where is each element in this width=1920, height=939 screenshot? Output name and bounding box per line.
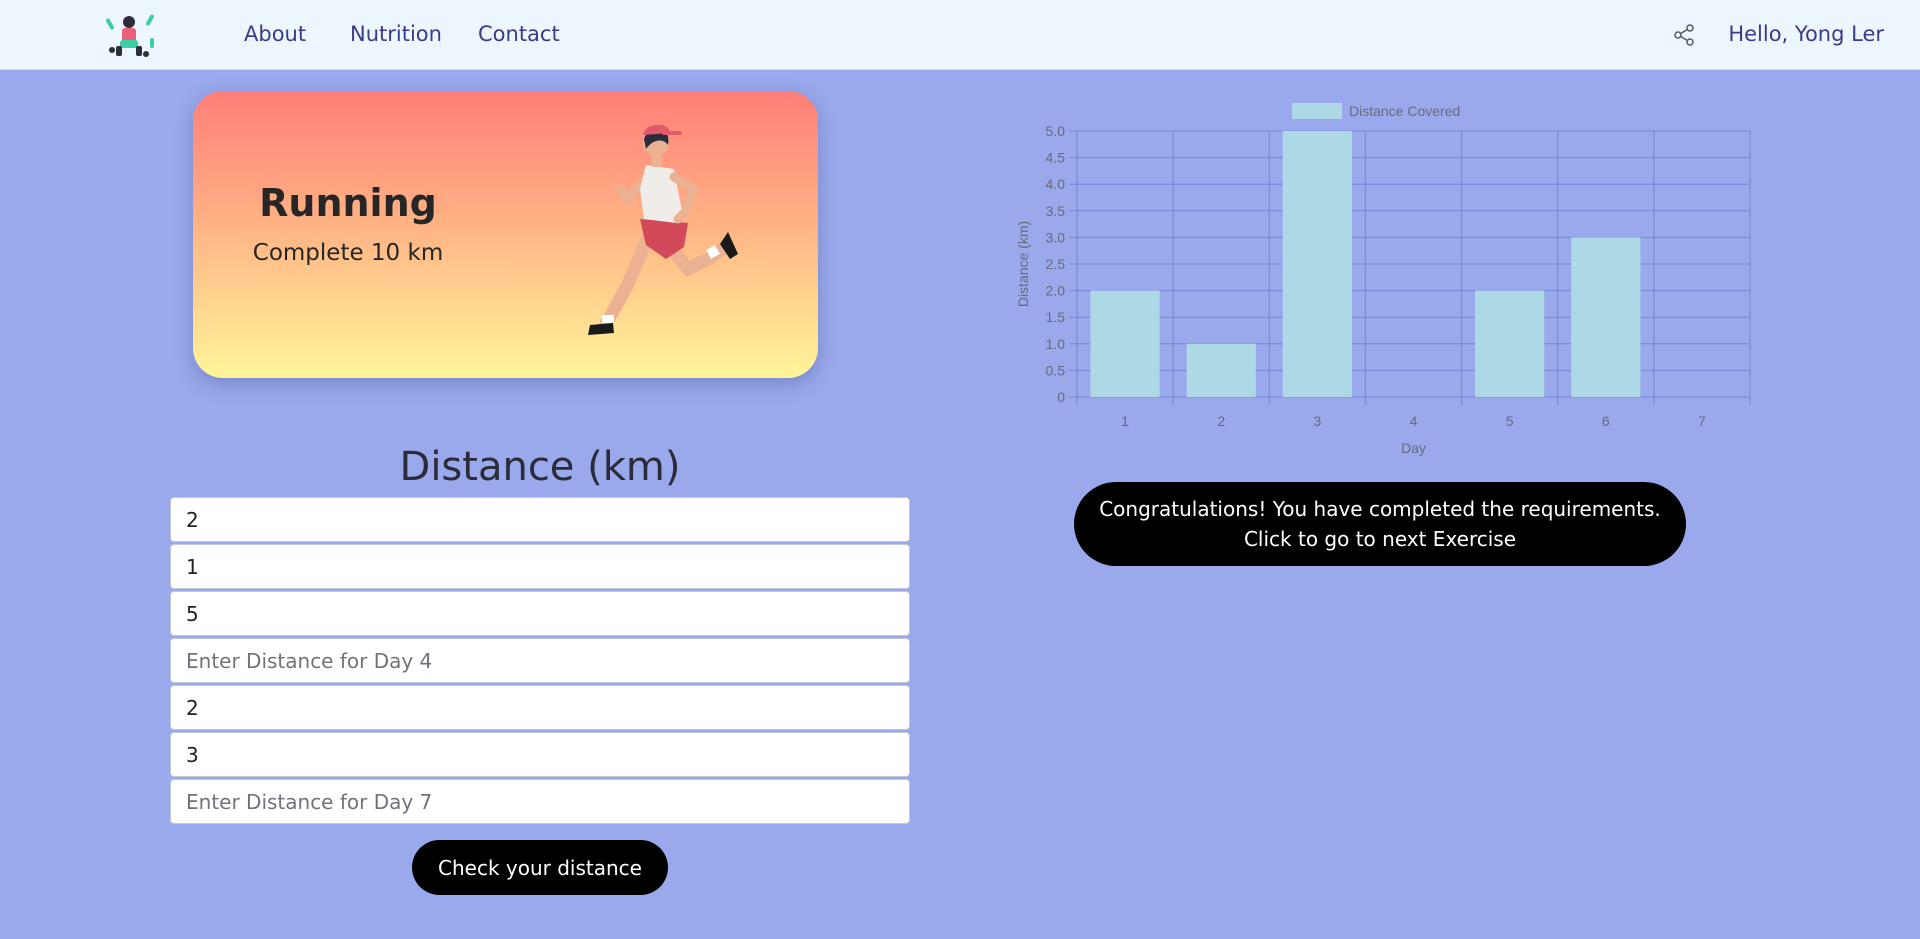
legend-label: Distance Covered	[1349, 103, 1460, 119]
y-tick-label: 1.0	[1046, 336, 1066, 352]
bar-day-6	[1571, 237, 1641, 397]
legend-swatch	[1292, 103, 1342, 119]
x-tick-label: 2	[1217, 413, 1225, 429]
y-tick-label: 1.5	[1046, 309, 1066, 325]
distance-heading: Distance (km)	[399, 444, 681, 490]
y-tick-label: 2.0	[1046, 283, 1066, 299]
y-tick-label: 0	[1057, 389, 1065, 405]
nav-nutrition[interactable]: Nutrition	[350, 22, 442, 46]
nav-about[interactable]: About	[244, 22, 306, 46]
distance-input-day-4[interactable]	[170, 638, 910, 683]
y-tick-label: 0.5	[1046, 362, 1066, 378]
navbar: About Nutrition Contact Hello, Yong Ler	[0, 0, 1920, 70]
y-tick-label: 4.5	[1046, 150, 1066, 166]
check-distance-button[interactable]: Check your distance	[412, 840, 668, 895]
x-tick-label: 5	[1506, 413, 1514, 429]
bar-day-1	[1090, 290, 1160, 397]
share-icon[interactable]	[1672, 23, 1696, 47]
distance-input-day-1[interactable]	[170, 497, 910, 542]
x-tick-label: 1	[1121, 413, 1129, 429]
distance-input-day-7[interactable]	[170, 779, 910, 824]
exercise-goal: Complete 10 km	[252, 240, 444, 266]
exercise-title: Running	[259, 181, 437, 225]
y-tick-label: 5.0	[1046, 123, 1066, 139]
exercise-card: Running Complete 10 km	[193, 91, 818, 378]
x-tick-label: 7	[1698, 413, 1706, 429]
nav-contact[interactable]: Contact	[478, 22, 560, 46]
distance-input-day-3[interactable]	[170, 591, 910, 636]
runner-illustration	[588, 124, 738, 335]
x-axis-title: Day	[1401, 440, 1426, 456]
congrats-message: Congratulations! You have completed the …	[1099, 497, 1661, 521]
distance-input-day-6[interactable]	[170, 732, 910, 777]
y-tick-label: 3.5	[1046, 203, 1066, 219]
logo-icon[interactable]	[102, 8, 162, 62]
y-tick-label: 3.0	[1046, 229, 1066, 245]
bar-day-2	[1186, 343, 1256, 397]
user-greeting[interactable]: Hello, Yong Ler	[1728, 22, 1884, 46]
y-tick-label: 2.5	[1046, 256, 1066, 272]
distance-chart: 0 0.5 1.0 1.5 2.0 2.5 3.0 3.5 4.0 4.5 5.0 1 2 3 4 5 6 7 Di…	[1015, 103, 1751, 456]
bar-day-5	[1475, 290, 1545, 397]
bar-day-3	[1282, 131, 1352, 397]
distance-input-day-2[interactable]	[170, 544, 910, 589]
distance-input-day-5[interactable]	[170, 685, 910, 730]
x-tick-label: 6	[1602, 413, 1610, 429]
x-tick-label: 4	[1410, 413, 1418, 429]
x-tick-label: 3	[1313, 413, 1321, 429]
y-axis-title: Distance (km)	[1015, 221, 1031, 307]
next-exercise-button[interactable]: Congratulations! You have completed the …	[1074, 482, 1686, 566]
next-exercise-prompt: Click to go to next Exercise	[1243, 527, 1517, 551]
y-tick-label: 4.0	[1046, 176, 1066, 192]
